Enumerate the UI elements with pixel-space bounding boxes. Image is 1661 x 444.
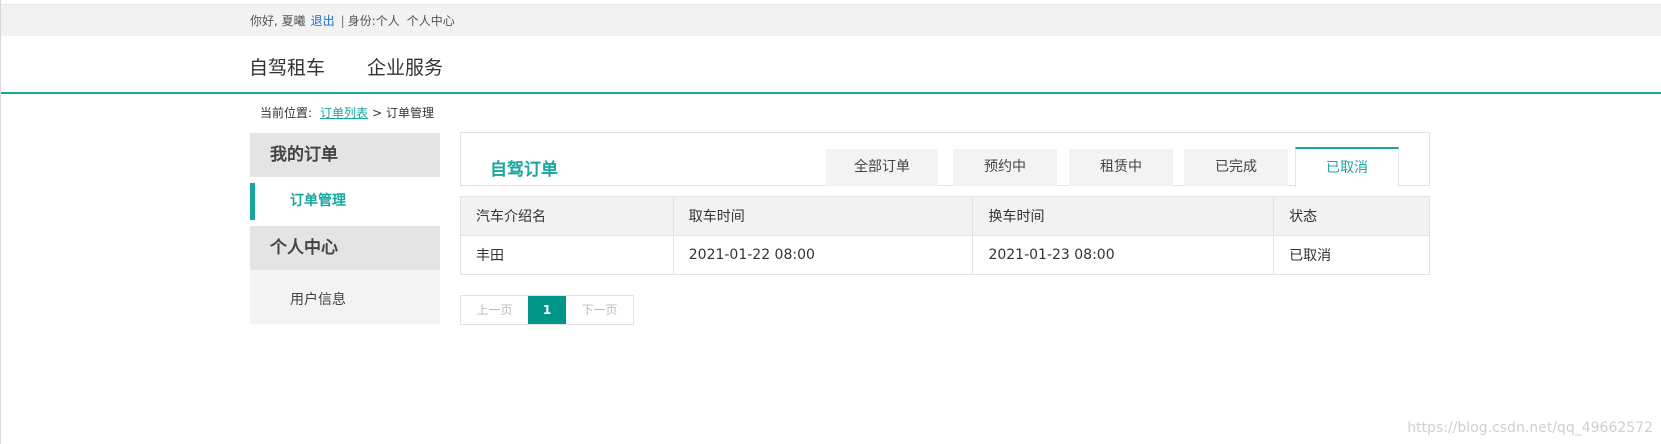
sidebar-section-user-center: 个人中心 bbox=[250, 226, 440, 270]
column-header-car-name: 汽车介绍名 bbox=[460, 196, 674, 236]
breadcrumb-prefix: 当前位置: bbox=[260, 106, 313, 120]
pagination: 上一页 1 下一页 bbox=[460, 295, 634, 325]
cell-car-name: 丰田 bbox=[460, 235, 674, 275]
next-page-button[interactable]: 下一页 bbox=[566, 296, 633, 324]
greeting-text: 你好, 夏曦 bbox=[250, 14, 306, 28]
breadcrumb: 当前位置: 订单列表 > 订单管理 bbox=[260, 104, 434, 121]
tab-reserved[interactable]: 预约中 bbox=[953, 149, 1057, 186]
tab-completed[interactable]: 已完成 bbox=[1184, 149, 1288, 186]
sidebar-section-my-orders: 我的订单 bbox=[250, 133, 440, 177]
current-page-button[interactable]: 1 bbox=[528, 296, 566, 324]
main-nav: 自驾租车 企业服务 bbox=[1, 36, 1661, 94]
orders-table: 汽车介绍名 取车时间 换车时间 状态 丰田 2021-01-22 08:00 2… bbox=[460, 196, 1430, 275]
table-header-row: 汽车介绍名 取车时间 换车时间 状态 bbox=[460, 196, 1430, 236]
cell-return-time: 2021-01-23 08:00 bbox=[972, 235, 1275, 275]
user-center-link[interactable]: 个人中心 bbox=[407, 5, 455, 37]
tab-all-orders[interactable]: 全部订单 bbox=[826, 149, 938, 186]
sidebar: 我的订单 订单管理 个人中心 用户信息 bbox=[250, 133, 440, 324]
column-header-return-time: 换车时间 bbox=[972, 196, 1275, 236]
orders-panel-header: 自驾订单 全部订单 预约中 租赁中 已完成 已取消 bbox=[460, 132, 1430, 187]
table-row: 丰田 2021-01-22 08:00 2021-01-23 08:00 已取消 bbox=[460, 235, 1430, 275]
tab-renting[interactable]: 租赁中 bbox=[1069, 149, 1173, 186]
role-text: 身份:个人 bbox=[347, 14, 400, 28]
watermark: https://blog.csdn.net/qq_49662572 bbox=[1407, 420, 1653, 436]
top-bar-user-info: 你好, 夏曦 退出 | 身份:个人 个人中心 bbox=[250, 5, 455, 37]
cell-status: 已取消 bbox=[1273, 235, 1430, 275]
nav-self-drive-rental[interactable]: 自驾租车 bbox=[249, 53, 325, 80]
sidebar-item-user-info[interactable]: 用户信息 bbox=[250, 276, 440, 324]
panel-title: 自驾订单 bbox=[490, 160, 558, 180]
tab-cancelled[interactable]: 已取消 bbox=[1295, 147, 1399, 187]
top-bar: 你好, 夏曦 退出 | 身份:个人 个人中心 bbox=[1, 4, 1661, 37]
top-bar-separator: | bbox=[340, 14, 345, 28]
column-header-status: 状态 bbox=[1273, 196, 1430, 236]
sidebar-item-order-management[interactable]: 订单管理 bbox=[250, 183, 440, 220]
logout-link[interactable]: 退出 bbox=[311, 5, 335, 37]
prev-page-button[interactable]: 上一页 bbox=[461, 296, 528, 324]
breadcrumb-current: 订单管理 bbox=[385, 106, 434, 120]
nav-enterprise-service[interactable]: 企业服务 bbox=[367, 53, 443, 80]
breadcrumb-link-order-list[interactable]: 订单列表 bbox=[320, 106, 368, 120]
column-header-pickup-time: 取车时间 bbox=[672, 196, 974, 236]
cell-pickup-time: 2021-01-22 08:00 bbox=[672, 235, 974, 275]
breadcrumb-separator: > bbox=[372, 106, 383, 120]
